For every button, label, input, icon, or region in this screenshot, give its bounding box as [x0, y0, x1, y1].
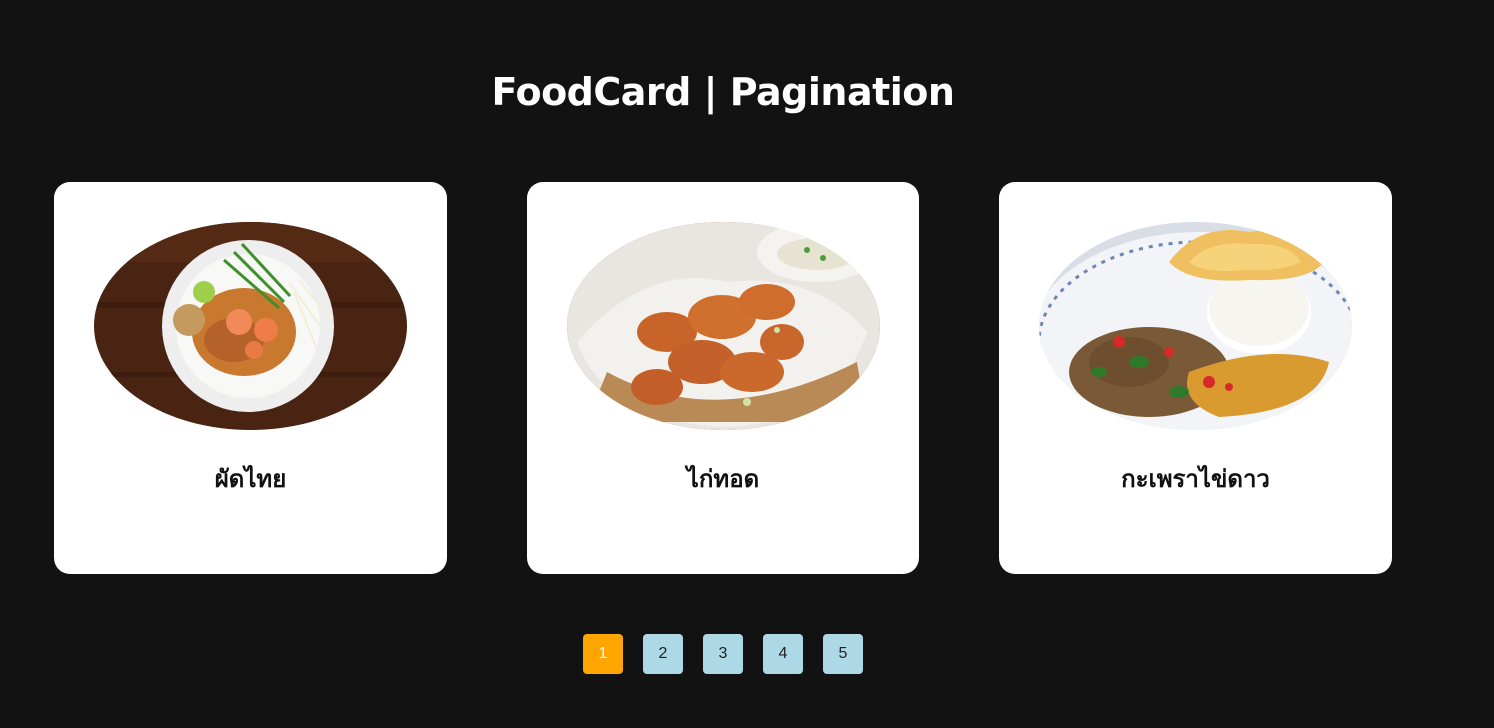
page-button-4[interactable]: 4 [763, 634, 803, 674]
food-card: กะเพราไข่ดาว [999, 182, 1392, 574]
page-button-2[interactable]: 2 [643, 634, 683, 674]
page-button-3[interactable]: 3 [703, 634, 743, 674]
page-title: FoodCard | Pagination [491, 70, 955, 114]
page-button-5[interactable]: 5 [823, 634, 863, 674]
food-name: ไก่ทอด [686, 465, 760, 493]
pagination: 1 2 3 4 5 [583, 634, 863, 674]
food-image-pad-thai [94, 222, 407, 430]
food-name: กะเพราไข่ดาว [1121, 465, 1270, 493]
page-button-1[interactable]: 1 [583, 634, 623, 674]
food-image-fried-chicken [567, 222, 880, 430]
food-card: ผัดไทย [54, 182, 447, 574]
food-name: ผัดไทย [214, 465, 287, 493]
food-image-basil-fried-egg [1039, 222, 1352, 430]
food-card: ไก่ทอด [527, 182, 919, 574]
